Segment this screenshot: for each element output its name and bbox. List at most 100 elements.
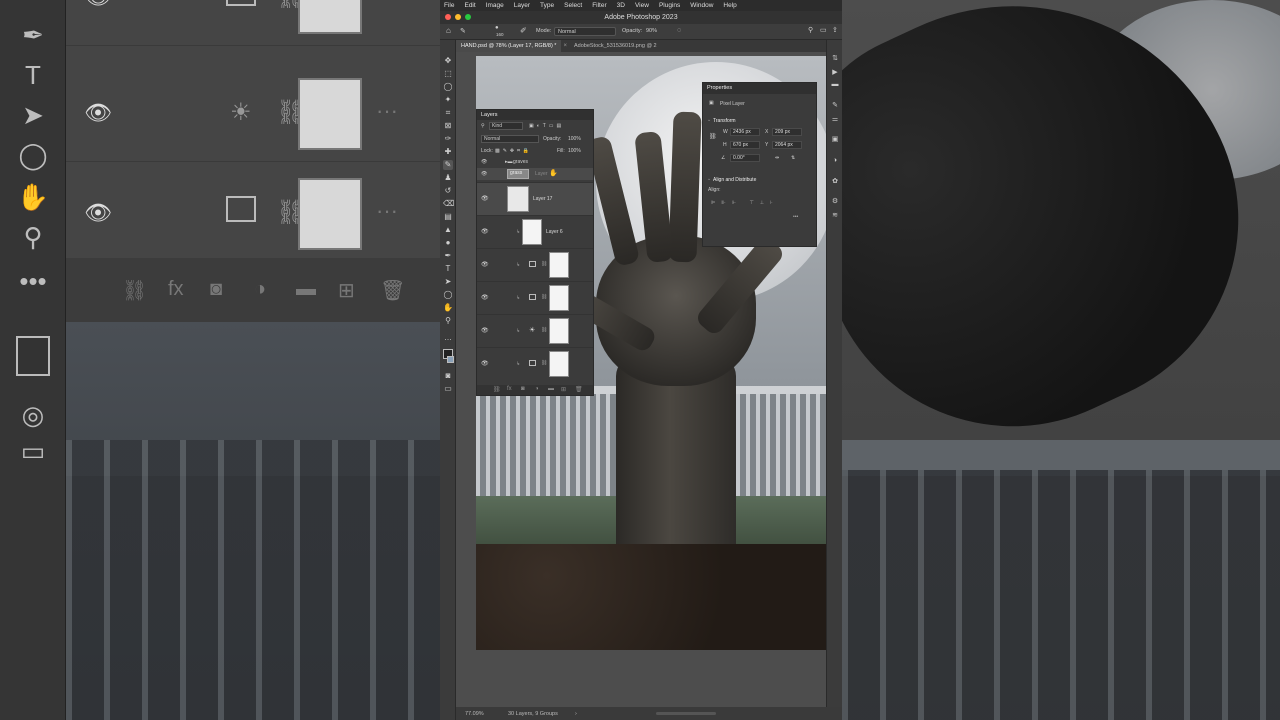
menu-select[interactable]: Select [564,2,582,9]
layer-group-graves[interactable]: 👁 ▸▬ graves [477,159,593,166]
eye-icon[interactable]: 👁 [481,195,489,202]
link-icon[interactable]: ⛓ [709,133,717,140]
properties-icon[interactable]: ⚙ [830,197,840,207]
background-color[interactable] [447,356,454,363]
marquee-tool-icon[interactable]: ⬚ [443,69,453,79]
adjustments-icon[interactable]: ◑ [830,157,840,167]
opacity-value[interactable]: 90% [646,28,657,34]
shape-tool-icon[interactable]: ◯ [443,290,453,300]
quick-mask-icon[interactable]: ◙ [443,371,453,381]
brush-tool-icon[interactable]: ✎ [443,160,453,170]
brush-panel-icon[interactable]: ✐ [520,26,527,35]
brush-preset-icon[interactable]: ✎ [460,27,466,35]
trash-icon[interactable]: 🗑 [575,386,583,393]
channels-icon[interactable]: ≋ [830,211,840,221]
share-icon[interactable]: ⇪ [832,26,838,34]
add-mask-icon[interactable]: ◙ [521,386,525,392]
layer-row[interactable]: 👁 ↳ ⛓ [477,281,593,314]
eye-icon[interactable]: 👁 [481,327,489,334]
layer-row[interactable]: 👁 ↳ Layer 6 [477,215,593,248]
height-field[interactable]: 670 px [730,141,760,149]
tab-adobestock[interactable]: AdobeStock_531536019.png @ 2 [569,40,662,52]
eyedropper-icon[interactable]: ✑ [443,134,453,144]
menu-view[interactable]: View [635,2,649,9]
mode-select[interactable]: Normal [554,27,616,36]
flip-horizontal-icon[interactable]: ⇹ [775,155,779,161]
layer-row[interactable]: 👁 ↳ ☀ ⛓ [477,314,593,347]
angle-field[interactable]: 0.00° [730,154,760,162]
layer-row[interactable]: 👁 Layer 17 [477,182,593,215]
transform-section[interactable]: Transform [713,118,736,124]
filter-icons[interactable]: ▣◐T▭▤ [529,123,564,129]
layer-row[interactable]: 👁 ↳ ⛓ [477,248,593,281]
eye-icon[interactable]: 👁 [481,159,487,165]
layers-icon[interactable]: ▣ [830,135,840,145]
comment-icon[interactable]: ▬ [830,81,840,91]
stamp-tool-icon[interactable]: ♟ [443,173,453,183]
eye-icon[interactable]: 👁 [481,294,489,301]
x-field[interactable]: 209 px [772,128,802,136]
workspace-icon[interactable]: ▭ [820,26,827,34]
menu-plugins[interactable]: Plugins [659,2,680,9]
link-layers-icon[interactable]: ⛓ [493,386,501,393]
new-group-icon[interactable]: ▬ [548,386,554,392]
type-tool-icon[interactable]: T [443,264,453,274]
menu-edit[interactable]: Edit [464,2,475,9]
screen-mode-icon[interactable]: ▭ [443,384,453,394]
align-section[interactable]: Align and Distribute [713,177,756,183]
more-icon[interactable]: ••• [793,214,798,220]
libraries-icon[interactable]: ✿ [830,177,840,187]
zoom-window-button[interactable] [465,14,471,20]
home-icon[interactable]: ⌂ [446,26,451,35]
gradient-icon[interactable]: ▤ [443,212,453,222]
chevron-right-icon[interactable]: › [575,711,577,717]
swatches-icon[interactable]: ⇅ [830,54,840,64]
frame-tool-icon[interactable]: ⊠ [443,121,453,131]
sliders-icon[interactable]: ⚌ [830,115,840,125]
zoom-level[interactable]: 77.09% [465,711,484,717]
new-layer-icon[interactable]: ⊞ [561,386,566,393]
menu-help[interactable]: Help [723,2,736,9]
search-icon[interactable]: ⚲ [808,26,813,34]
horizontal-scrollbar[interactable] [656,712,716,715]
quick-select-icon[interactable]: ✦ [443,95,453,105]
lock-icons[interactable]: ▩✎✥⌗🔒 [495,148,532,154]
blend-mode-select[interactable]: Normal [481,135,539,143]
canvas-area[interactable]: Layers ⚲ Kind ▣◐T▭▤ Normal Opacity: 100%… [456,52,831,707]
eye-icon[interactable]: 👁 [481,261,489,268]
healing-icon[interactable]: ✚ [443,147,453,157]
layer-name[interactable]: Layer 6 [546,229,563,235]
chevron-down-icon[interactable]: ⌄ [707,176,711,182]
flip-vertical-icon[interactable]: ⇅ [791,155,795,161]
menu-window[interactable]: Window [690,2,713,9]
layer-name[interactable]: Layer 17 [533,196,552,202]
brush-size[interactable]: 160 [496,32,504,37]
chevron-down-icon[interactable]: ⌄ [707,117,711,123]
move-tool-icon[interactable]: ✥ [443,56,453,66]
history-brush-icon[interactable]: ↺ [443,186,453,196]
zoom-tool-icon[interactable]: ⚲ [443,316,453,326]
fill-value[interactable]: 100% [568,148,581,154]
layer-opacity-value[interactable]: 100% [568,136,581,142]
menu-layer[interactable]: Layer [514,2,530,9]
dodge-tool-icon[interactable]: ● [443,238,453,248]
close-window-button[interactable] [445,14,451,20]
adjustment-layer-icon[interactable]: ◑ [535,386,539,392]
eraser-icon[interactable]: ⌫ [443,199,454,209]
eye-icon[interactable]: 👁 [481,228,489,235]
more-tools-icon[interactable]: … [443,333,453,343]
align-buttons[interactable]: ⊫⊪⊩ ⊤⊥⊦ [711,200,779,206]
y-field[interactable]: 2064 px [772,141,802,149]
menu-type[interactable]: Type [540,2,554,9]
blur-tool-icon[interactable]: ▲ [443,225,453,235]
path-select-icon[interactable]: ➤ [443,277,453,287]
filter-kind-select[interactable]: Kind [489,122,523,130]
lasso-tool-icon[interactable]: ◯ [443,82,453,92]
layer-row[interactable]: 👁 ↳ ⛓ [477,347,593,380]
pressure-icon[interactable]: ◌ [677,27,681,34]
menu-file[interactable]: File [444,2,454,9]
eye-icon[interactable]: 👁 [481,171,487,177]
crop-tool-icon[interactable]: ⌗ [443,108,453,118]
hand-tool-icon[interactable]: ✋ [443,303,453,313]
tab-hand-psd[interactable]: HAND.psd @ 78% (Layer 17, RGB/8) * [456,40,562,52]
